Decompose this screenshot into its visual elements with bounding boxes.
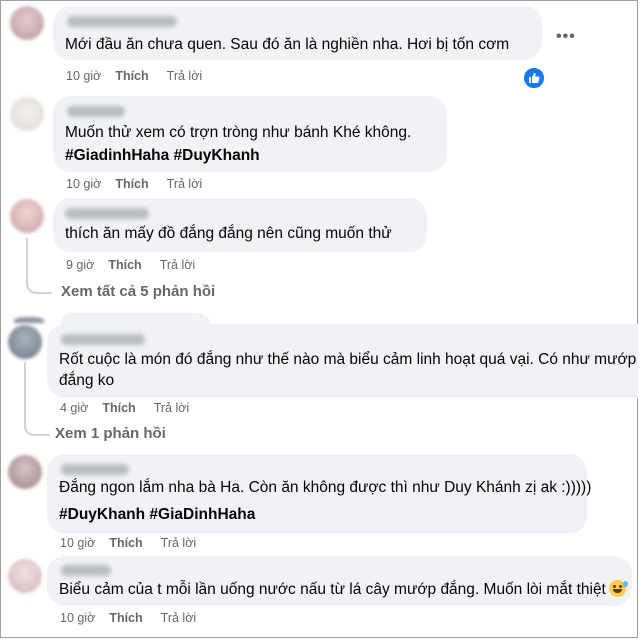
commenter-name[interactable] [61, 334, 145, 345]
hashtag-links[interactable]: #GiadinhHaha #DuyKhanh [65, 147, 260, 165]
thread-line [24, 362, 50, 436]
comment-bubble: Muốn thử xem có trợn tròng như bánh Khé … [53, 96, 447, 172]
comment-text: Đắng ngon lắm nha bà Ha. Còn ăn không đư… [59, 479, 592, 496]
comment-time[interactable]: 4 giờ [60, 401, 88, 415]
avatar [14, 317, 44, 323]
reply-button[interactable]: Trả lời [160, 258, 196, 272]
hashtag-links[interactable]: #DuyKhanh #GiaDinhHaha [59, 506, 255, 524]
avatar[interactable] [8, 325, 42, 359]
commenter-name[interactable] [67, 106, 125, 117]
reply-button[interactable]: Trả lời [167, 177, 203, 191]
like-button[interactable]: Thích [115, 69, 148, 83]
comment-time[interactable]: 10 giờ [66, 69, 101, 83]
avatar[interactable] [8, 559, 42, 593]
comment-time[interactable]: 9 giờ [66, 258, 94, 272]
comment-time[interactable]: 10 giờ [60, 536, 95, 550]
comment-meta: 4 giờ Thích Trả lời [60, 401, 189, 415]
sweat-smile-emoji-icon [608, 580, 628, 597]
comment-bubble: Đắng ngon lắm nha bà Ha. Còn ăn không đư… [47, 454, 591, 534]
comment-bubble: thích ăn mấy đồ đắng đắng nên cũng muốn … [53, 198, 427, 252]
comment-meta: 10 giờ Thích Trả lời [66, 177, 202, 191]
view-replies-link[interactable]: Xem tất cả 5 phản hồi [61, 283, 215, 300]
comment-time[interactable]: 10 giờ [60, 611, 95, 625]
comment-text: Biểu cảm của t mỗi lần uống nước nấu từ … [59, 578, 628, 602]
comment-text: thích ăn mấy đồ đắng đắng nên cũng muốn … [65, 225, 392, 242]
comment-bubble: Mới đầu ăn chưa quen. Sau đó ăn là nghiề… [53, 6, 542, 60]
comment-meta: 10 giờ Thích Trả lời [60, 536, 196, 550]
reply-button[interactable]: Trả lời [167, 69, 203, 83]
commenter-name[interactable] [67, 16, 177, 27]
commenter-name[interactable] [65, 208, 149, 219]
comment-text: Muốn thử xem có trợn tròng như bánh Khé … [65, 124, 412, 141]
comment-text: Rốt cuộc là món đó đắng như thế nào mà b… [59, 351, 637, 368]
comment-bubble: Biểu cảm của t mỗi lần uống nước nấu từ … [47, 556, 632, 606]
comment-meta: 9 giờ Thích Trả lời [66, 258, 195, 272]
like-button[interactable]: Thích [109, 536, 142, 550]
more-options-icon[interactable]: ••• [556, 28, 576, 46]
like-button[interactable]: Thích [109, 611, 142, 625]
like-button[interactable]: Thích [102, 401, 135, 415]
avatar[interactable] [10, 97, 44, 131]
thumbs-up-icon[interactable] [522, 66, 546, 90]
view-replies-link[interactable]: Xem 1 phản hồi [55, 425, 166, 442]
comment-time[interactable]: 10 giờ [66, 177, 101, 191]
commenter-name[interactable] [61, 464, 129, 475]
comment-meta: 10 giờ Thích Trả lời [60, 611, 196, 625]
avatar[interactable] [10, 199, 44, 233]
like-button[interactable]: Thích [115, 177, 148, 191]
comment-meta: 10 giờ Thích Trả lời [66, 69, 202, 83]
reply-button[interactable]: Trả lời [161, 536, 197, 550]
reply-button[interactable]: Trả lời [161, 611, 197, 625]
avatar[interactable] [8, 455, 42, 489]
avatar[interactable] [10, 6, 44, 40]
commenter-name[interactable] [61, 565, 111, 576]
comment-text: đắng ko [59, 372, 115, 389]
reply-button[interactable]: Trả lời [154, 401, 190, 415]
comment-text: Mới đầu ăn chưa quen. Sau đó ăn là nghiề… [65, 36, 510, 53]
like-button[interactable]: Thích [108, 258, 141, 272]
thread-line [26, 238, 52, 294]
comment-text-content: Biểu cảm của t mỗi lần uống nước nấu từ … [59, 581, 606, 598]
comment-bubble: Rốt cuộc là món đó đắng như thế nào mà b… [47, 324, 638, 398]
